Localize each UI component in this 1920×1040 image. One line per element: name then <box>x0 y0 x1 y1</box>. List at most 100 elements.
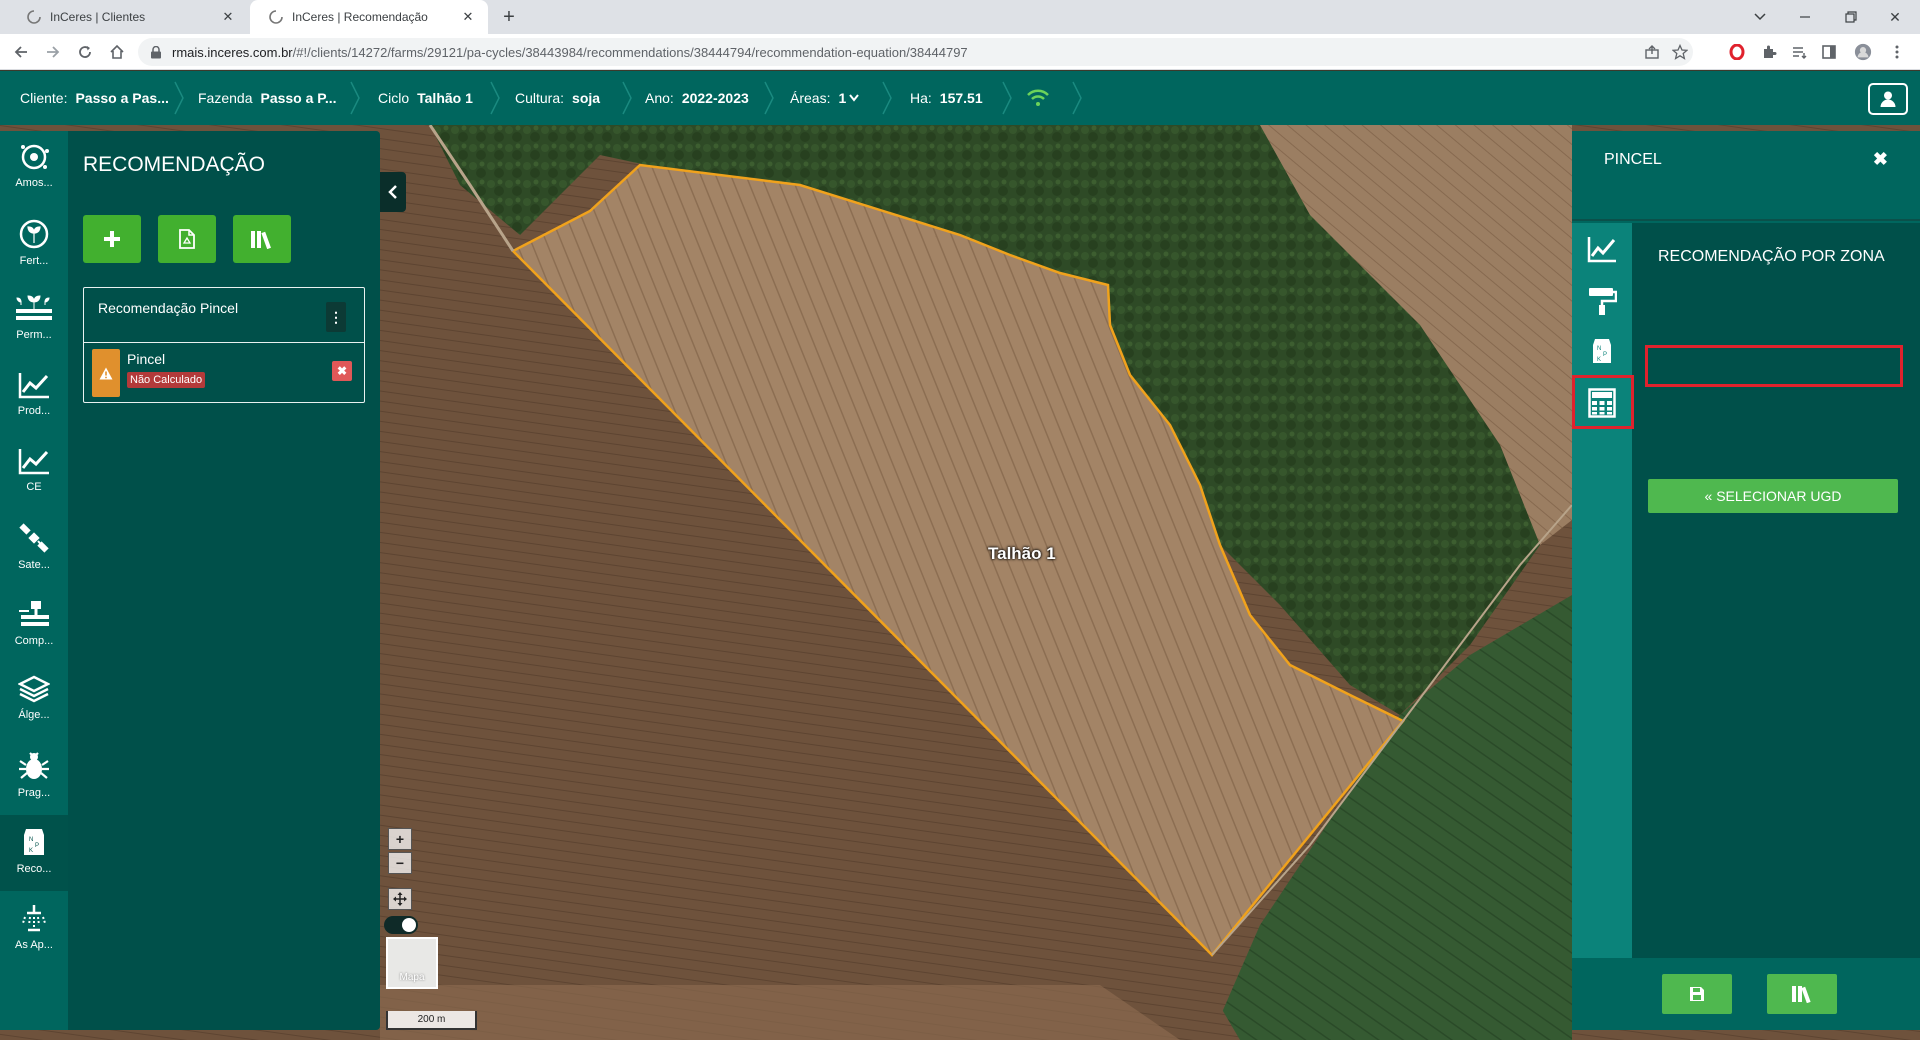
address-bar[interactable]: rmais.inceres.com.br/#!/clients/14272/fa… <box>138 38 1693 66</box>
close-icon[interactable]: ✖ <box>1873 149 1888 170</box>
add-recommendation-button[interactable] <box>83 215 141 263</box>
close-icon[interactable]: ✕ <box>460 9 476 25</box>
layer-toggle[interactable] <box>384 916 418 934</box>
zoom-in-button[interactable]: + <box>388 828 412 850</box>
rail-label: Perm... <box>16 329 52 341</box>
fertilizer-bag-tool[interactable]: NPK <box>1578 327 1626 375</box>
chevron-right-icon <box>622 81 632 115</box>
menu-dots-icon[interactable] <box>1888 43 1906 61</box>
books-icon <box>251 231 271 249</box>
save-button[interactable] <box>1662 974 1732 1014</box>
breadcrumb-cliente[interactable]: Cliente: Passo a Pas... <box>20 71 169 125</box>
chevron-right-icon <box>350 81 360 115</box>
item-name: Pincel <box>127 351 166 367</box>
crumb-value: 1 <box>838 90 847 106</box>
toggle-knob <box>402 918 416 932</box>
breadcrumb-ciclo[interactable]: Ciclo Talhão 1 <box>378 71 473 125</box>
crumb-label: Ciclo <box>378 90 410 106</box>
window-close-icon[interactable]: ✕ <box>1880 4 1910 30</box>
map-layer-thumbnail[interactable]: Mapa <box>386 937 438 989</box>
wifi-icon <box>1027 89 1049 106</box>
crumb-value: 2022-2023 <box>681 90 749 106</box>
extensions-icon[interactable] <box>1760 43 1778 61</box>
rail-label: Reco... <box>16 863 52 875</box>
reading-list-icon[interactable] <box>1790 43 1808 61</box>
opera-icon[interactable] <box>1728 43 1746 61</box>
chevron-down-icon[interactable] <box>849 94 860 102</box>
rail-label: CE <box>26 481 42 493</box>
fertility-icon <box>19 219 49 249</box>
rail-item-recomendacao[interactable]: NPK Reco... <box>0 815 68 891</box>
module-rail: Amos... Fert... Perm... Prod... CE Sate.… <box>0 131 68 1030</box>
breadcrumb-fazenda[interactable]: Fazenda Passo a P... <box>198 71 337 125</box>
compaction-icon <box>19 601 49 626</box>
crumb-value: Talhão 1 <box>417 90 473 106</box>
collapse-panel-button[interactable] <box>380 172 406 212</box>
layer-label: Mapa <box>399 972 425 983</box>
back-icon[interactable] <box>10 41 32 63</box>
rail-item-ce[interactable]: CE <box>0 435 68 511</box>
close-icon[interactable]: ✕ <box>220 9 236 25</box>
library-button[interactable] <box>1767 974 1837 1014</box>
rail-item-fertilidade[interactable]: Fert... <box>0 207 68 283</box>
rail-label: Sate... <box>18 559 50 571</box>
floppy-disk-icon <box>1690 987 1704 1001</box>
tab-search-icon[interactable] <box>1745 4 1775 30</box>
select-ugd-button[interactable]: « SELECIONAR UGD <box>1648 479 1898 513</box>
chart-line-icon <box>1587 237 1616 263</box>
crumb-label: Áreas: <box>790 90 831 106</box>
rail-item-compactacao[interactable]: Comp... <box>0 587 68 663</box>
side-panel-icon[interactable] <box>1820 43 1838 61</box>
user-menu-button[interactable] <box>1868 83 1908 115</box>
rail-item-permeabilidade[interactable]: Perm... <box>0 283 68 359</box>
breadcrumb-areas[interactable]: Áreas: 1 <box>790 71 860 125</box>
zoom-out-button[interactable]: − <box>388 852 412 874</box>
delete-icon[interactable]: ✖ <box>332 361 352 381</box>
breadcrumb-ano[interactable]: Ano: 2022-2023 <box>645 71 749 125</box>
browser-tab-active[interactable]: InCeres | Recomendação ✕ <box>250 0 488 34</box>
minimize-icon[interactable] <box>1790 4 1820 30</box>
crumb-label: Fazenda <box>198 90 253 106</box>
rail-item-produtividade[interactable]: Prod... <box>0 359 68 435</box>
crumb-label: Cultura: <box>515 90 565 106</box>
profile-avatar[interactable] <box>1854 43 1872 61</box>
forward-icon[interactable] <box>42 41 64 63</box>
ce-chart-icon <box>18 449 49 475</box>
new-tab-button[interactable]: + <box>498 6 520 28</box>
move-icon <box>393 892 407 906</box>
section-heading: RECOMENDAÇÃO POR ZONA <box>1658 248 1885 265</box>
paint-roller-tool[interactable] <box>1578 277 1626 325</box>
rail-label: Comp... <box>14 635 54 647</box>
rail-item-amostragem[interactable]: Amos... <box>0 131 68 207</box>
rail-item-aplicacao[interactable]: As Ap... <box>0 891 68 967</box>
books-icon <box>1792 986 1811 1003</box>
bookmark-star-icon[interactable] <box>1671 43 1689 61</box>
rail-item-algebra[interactable]: Álge... <box>0 663 68 739</box>
kebab-menu-icon[interactable]: ⋮ <box>326 302 346 332</box>
rail-label: Prod... <box>17 405 51 417</box>
layers-icon <box>18 675 50 703</box>
restore-icon[interactable] <box>1836 4 1866 30</box>
breadcrumb-cultura[interactable]: Cultura: soja <box>515 71 600 125</box>
recommendation-item[interactable]: Pincel Não Calculado ✖ <box>84 343 364 403</box>
calculator-tool[interactable] <box>1578 379 1626 427</box>
rail-label: Fert... <box>19 255 49 267</box>
brush-panel-header: PINCEL ✖ <box>1572 131 1920 221</box>
share-icon[interactable] <box>1643 43 1661 61</box>
chart-line-tool[interactable] <box>1578 225 1626 273</box>
brush-panel: PINCEL ✖ NPK RECOMENDAÇÃO POR ZONA « SEL… <box>1572 131 1920 1030</box>
library-button[interactable] <box>233 215 291 263</box>
svg-text:K: K <box>29 848 33 854</box>
recommendation-card[interactable]: Recomendação Pincel ⋮ Pincel Não Calcula… <box>83 287 365 403</box>
crumb-label: Ano: <box>645 90 674 106</box>
pan-button[interactable] <box>388 888 412 910</box>
rail-item-satelite[interactable]: Sate... <box>0 511 68 587</box>
chevron-right-icon <box>1002 81 1012 115</box>
home-icon[interactable] <box>106 41 128 63</box>
lock-icon[interactable] <box>150 46 162 59</box>
browser-tab[interactable]: InCeres | Clientes ✕ <box>8 0 248 34</box>
reload-icon[interactable] <box>74 41 96 63</box>
rail-item-pragas[interactable]: Prag... <box>0 739 68 815</box>
export-pdf-button[interactable] <box>158 215 216 263</box>
panel-title: PINCEL <box>1604 151 1662 168</box>
